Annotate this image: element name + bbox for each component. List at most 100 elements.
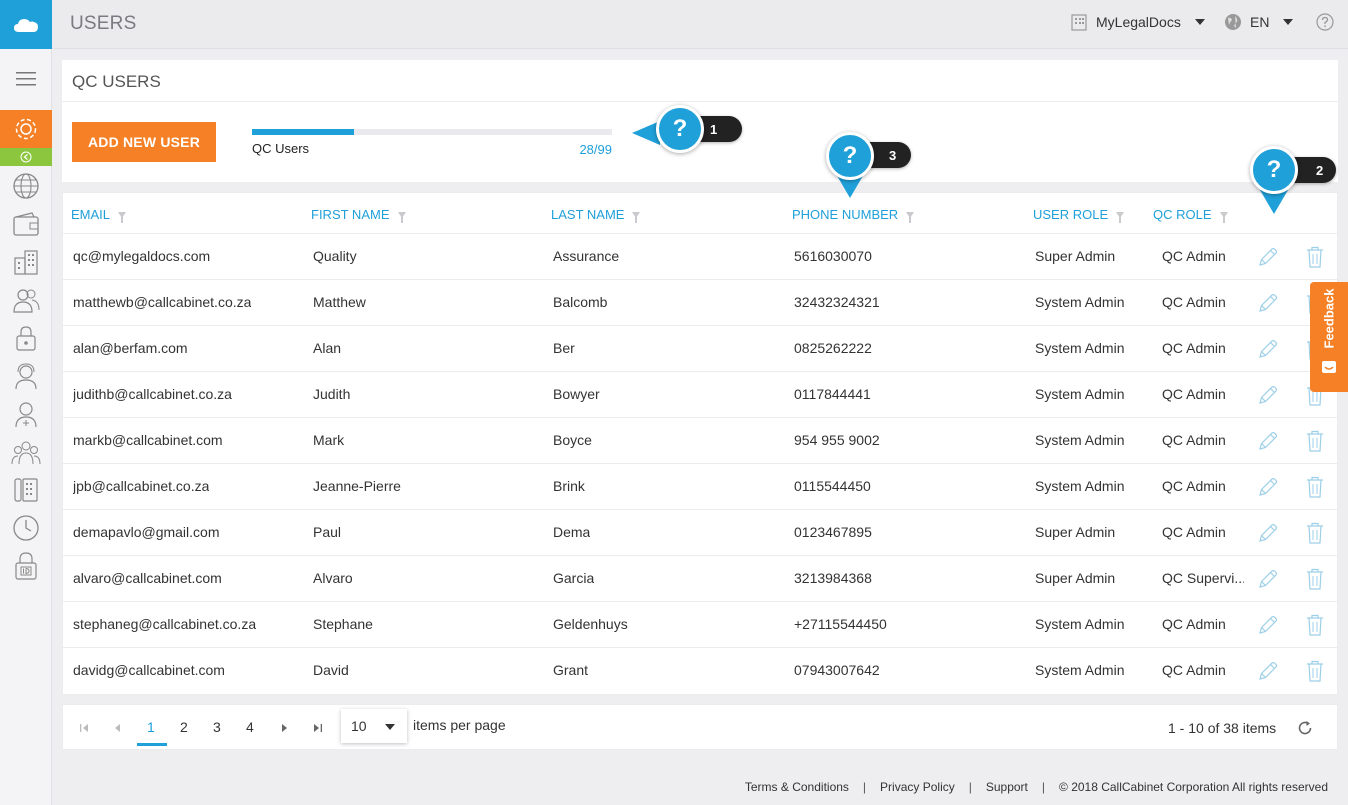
cell-email: jpb@callcabinet.co.za	[73, 478, 210, 494]
table-row[interactable]: judithb@callcabinet.co.za Judith Bowyer 011…	[63, 372, 1337, 418]
edit-pencil-icon[interactable]	[1255, 428, 1281, 454]
table-body: qc@mylegaldocs.com Quality Assurance 561603…	[63, 234, 1337, 694]
cloud-logo-icon[interactable]	[0, 0, 52, 49]
first-page-icon[interactable]	[79, 723, 89, 733]
page-2[interactable]: 2	[180, 719, 188, 735]
org-name: MyLegalDocs	[1096, 14, 1181, 30]
delete-trash-icon[interactable]	[1302, 428, 1328, 454]
table-row[interactable]: alan@berfam.com Alan Ber 0825262222 System A…	[63, 326, 1337, 372]
ip-lock-icon[interactable]	[0, 549, 52, 583]
filter-icon[interactable]	[906, 211, 915, 223]
last-page-icon[interactable]	[313, 723, 323, 733]
help-question-icon-3[interactable]: ?	[826, 132, 874, 180]
feedback-tab[interactable]: Feedback	[1310, 282, 1348, 392]
current-page-indicator	[137, 743, 167, 746]
cell-qc-role: QC Admin	[1162, 294, 1226, 310]
edit-pencil-icon[interactable]	[1255, 336, 1281, 362]
cell-first-name: David	[313, 662, 349, 678]
table-row[interactable]: matthewb@callcabinet.co.za Matthew Balcomb…	[63, 280, 1337, 326]
cell-phone-number: 3213984368	[794, 570, 872, 586]
filter-icon[interactable]	[397, 211, 406, 223]
column-header-email[interactable]: EMAIL	[71, 207, 127, 223]
cell-user-role: System Admin	[1035, 616, 1125, 632]
filter-icon[interactable]	[1219, 211, 1228, 223]
org-selector[interactable]: MyLegalDocs	[1070, 13, 1205, 31]
edit-pencil-icon[interactable]	[1255, 612, 1281, 638]
table-row[interactable]: alvaro@callcabinet.com Alvaro Garcia 321398…	[63, 556, 1337, 602]
edit-pencil-icon[interactable]	[1255, 566, 1281, 592]
wallet-icon[interactable]	[0, 207, 52, 241]
cell-email: matthewb@callcabinet.co.za	[73, 294, 252, 310]
edit-pencil-icon[interactable]	[1255, 382, 1281, 408]
previous-page-icon[interactable]	[113, 723, 121, 733]
delete-trash-icon[interactable]	[1302, 244, 1328, 270]
page-1[interactable]: 1	[147, 719, 155, 735]
language-selector[interactable]: EN	[1224, 13, 1294, 31]
pagination: 1 2 3 4 10 items per page 1 - 10 of 38 i…	[62, 704, 1338, 750]
column-header-last-name[interactable]: LAST NAME	[551, 207, 641, 223]
column-label: EMAIL	[71, 207, 111, 222]
filter-icon[interactable]	[118, 211, 127, 223]
column-label: USER ROLE	[1033, 207, 1109, 222]
help-number-1: 1	[710, 121, 718, 137]
help-icon[interactable]	[1316, 13, 1334, 31]
table-row[interactable]: davidg@callcabinet.com David Grant 07943007…	[63, 648, 1337, 694]
edit-pencil-icon[interactable]	[1255, 658, 1281, 684]
phone-keypad-icon[interactable]	[0, 473, 52, 507]
cell-phone-number: 954 955 9002	[794, 432, 880, 448]
settings-gear-icon[interactable]	[0, 110, 52, 148]
collapse-arrow-icon[interactable]	[0, 148, 52, 166]
edit-pencil-icon[interactable]	[1255, 290, 1281, 316]
filter-icon[interactable]	[632, 211, 641, 223]
terms-link[interactable]: Terms & Conditions	[745, 780, 849, 794]
globe-icon[interactable]	[0, 169, 52, 203]
page-3[interactable]: 3	[213, 719, 221, 735]
help-question-icon-1[interactable]: ?	[656, 105, 704, 153]
next-page-icon[interactable]	[281, 723, 289, 733]
cell-user-role: System Admin	[1035, 294, 1125, 310]
edit-pencil-icon[interactable]	[1255, 244, 1281, 270]
delete-trash-icon[interactable]	[1302, 566, 1328, 592]
delete-trash-icon[interactable]	[1302, 658, 1328, 684]
column-header-first-name[interactable]: FIRST NAME	[311, 207, 406, 223]
edit-pencil-icon[interactable]	[1255, 474, 1281, 500]
privacy-link[interactable]: Privacy Policy	[880, 780, 955, 794]
headset-agent-icon[interactable]	[0, 359, 52, 393]
table-row[interactable]: markb@callcabinet.com Mark Boyce 954 955 90…	[63, 418, 1337, 464]
cell-last-name: Ber	[553, 340, 575, 356]
cell-qc-role: QC Admin	[1162, 616, 1226, 632]
column-header-qc-role[interactable]: QC ROLE	[1153, 207, 1228, 223]
clock-icon[interactable]	[0, 511, 52, 545]
cell-qc-role: QC Admin	[1162, 340, 1226, 356]
refresh-icon[interactable]	[1297, 720, 1313, 736]
team-icon[interactable]	[0, 435, 52, 469]
support-link[interactable]: Support	[986, 780, 1028, 794]
table-row[interactable]: demapavlo@gmail.com Paul Dema 0123467895 Sup…	[63, 510, 1337, 556]
cell-qc-role: QC Supervi...	[1162, 570, 1244, 586]
cell-email: alan@berfam.com	[73, 340, 188, 356]
table-row[interactable]: qc@mylegaldocs.com Quality Assurance 561603…	[63, 234, 1337, 280]
users-icon[interactable]	[0, 283, 52, 317]
column-header-user-role[interactable]: USER ROLE	[1033, 207, 1125, 223]
lock-icon[interactable]	[0, 321, 52, 355]
column-label: LAST NAME	[551, 207, 625, 222]
building-icon[interactable]	[0, 245, 52, 279]
table-row[interactable]: jpb@callcabinet.co.za Jeanne-Pierre Brink 0…	[63, 464, 1337, 510]
items-per-page-select[interactable]: 10	[341, 709, 407, 743]
column-header-phone-number[interactable]: PHONE NUMBER	[792, 207, 915, 223]
add-agent-icon[interactable]	[0, 397, 52, 431]
page-4[interactable]: 4	[246, 719, 254, 735]
cell-user-role: System Admin	[1035, 340, 1125, 356]
cell-first-name: Alan	[313, 340, 342, 356]
help-question-icon-2[interactable]: ?	[1250, 146, 1298, 194]
delete-trash-icon[interactable]	[1302, 612, 1328, 638]
left-rail	[0, 0, 52, 805]
edit-pencil-icon[interactable]	[1255, 520, 1281, 546]
delete-trash-icon[interactable]	[1302, 520, 1328, 546]
add-new-user-button[interactable]: ADD NEW USER	[72, 122, 216, 162]
delete-trash-icon[interactable]	[1302, 474, 1328, 500]
table-row[interactable]: stephaneg@callcabinet.co.za Stephane Gelde…	[63, 602, 1337, 648]
cell-phone-number: 0123467895	[794, 524, 872, 540]
filter-icon[interactable]	[1116, 211, 1125, 223]
menu-icon[interactable]	[0, 55, 52, 103]
